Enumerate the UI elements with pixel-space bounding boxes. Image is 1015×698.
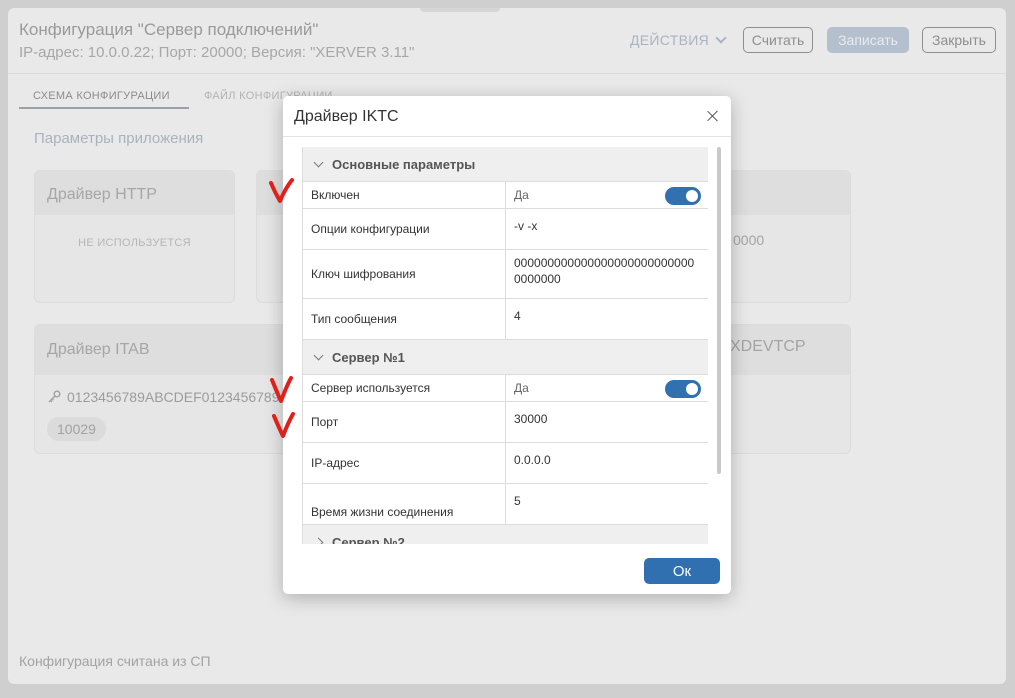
property-value: Да [506, 182, 708, 208]
dialog-title: Драйвер IKTC [294, 108, 399, 125]
active-tab-underline [19, 107, 189, 109]
header-divider [8, 73, 1006, 74]
section-label: Параметры приложения [34, 130, 204, 147]
actions-menu[interactable]: ДЕЙСТВИЯ [630, 31, 727, 48]
driver-dialog: Драйвер IKTC Основные параметры Включен … [283, 96, 731, 594]
server-used-toggle[interactable] [665, 380, 701, 398]
property-key: Порт [303, 402, 506, 442]
card-driver-http[interactable]: Драйвер HTTP НЕ ИСПОЛЬЗУЕТСЯ [34, 170, 235, 303]
window-handle [420, 8, 500, 12]
page-title: Конфигурация "Сервер подключений" [19, 20, 319, 39]
config-options-value[interactable]: -v -x [506, 209, 708, 249]
chevron-right-icon [313, 537, 324, 544]
card-port-badge: 10029 [47, 417, 106, 441]
ip-address-value[interactable]: 0.0.0.0 [506, 443, 708, 483]
read-button[interactable]: Считать [743, 27, 813, 53]
check-mark-icon [270, 376, 293, 403]
page-subtitle: IP-адрес: 10.0.0.22; Порт: 20000; Версия… [19, 44, 415, 61]
property-row-connection-ttl[interactable]: Время жизни соединения 5 [303, 484, 708, 525]
group-label: Сервер №2 [332, 534, 405, 545]
check-mark-icon [272, 412, 295, 438]
group-server-2[interactable]: Сервер №2 [303, 525, 708, 544]
property-key: Сервер используется [303, 375, 506, 401]
card-title: Драйвер HTTP [35, 171, 234, 215]
scrollbar[interactable] [717, 147, 721, 474]
card-port-fragment: 0000 [733, 232, 765, 248]
property-row-ip-address[interactable]: IP-адрес 0.0.0.0 [303, 443, 708, 484]
check-mark-icon [269, 178, 294, 203]
property-value: Да [506, 375, 708, 401]
group-label: Сервер №1 [332, 349, 405, 365]
group-label: Основные параметры [332, 156, 476, 172]
property-grid[interactable]: Основные параметры Включен Да Опции конф… [302, 147, 708, 544]
key-icon [48, 390, 61, 403]
encryption-key-value[interactable]: 0000000000000000000000000000000000 [506, 250, 708, 298]
port-value[interactable]: 30000 [506, 402, 708, 442]
close-icon[interactable] [705, 108, 721, 124]
property-key: Время жизни соединения [303, 484, 506, 524]
enabled-toggle[interactable] [665, 187, 701, 205]
ok-button[interactable]: Ок [644, 558, 720, 584]
write-button[interactable]: Записать [827, 27, 909, 53]
connection-ttl-value[interactable]: 5 [506, 484, 708, 524]
group-server-1[interactable]: Сервер №1 [303, 340, 708, 375]
property-row-enabled[interactable]: Включен Да [303, 182, 708, 209]
property-key: IP-адрес [303, 443, 506, 483]
close-button[interactable]: Закрыть [922, 27, 996, 53]
group-main-params[interactable]: Основные параметры [303, 147, 708, 182]
chevron-down-icon [715, 31, 727, 44]
property-row-port[interactable]: Порт 30000 [303, 402, 708, 443]
toggle-value-label: Да [514, 188, 529, 202]
card-status: НЕ ИСПОЛЬЗУЕТСЯ [78, 237, 191, 249]
property-key: Включен [303, 182, 506, 208]
toggle-value-label: Да [514, 381, 529, 395]
tab-config-schema[interactable]: СХЕМА КОНФИГУРАЦИИ [33, 90, 170, 102]
property-key: Ключ шифрования [303, 250, 506, 298]
status-text: Конфигурация считана из СП [19, 653, 211, 669]
property-key: Опции конфигурации [303, 209, 506, 249]
property-row-config-options[interactable]: Опции конфигурации -v -x [303, 209, 708, 250]
dialog-divider [283, 136, 731, 137]
property-key: Тип сообщения [303, 299, 506, 339]
property-row-server-used[interactable]: Сервер используется Да [303, 375, 708, 402]
card-key: 0123456789ABCDEF0123456789 [67, 389, 280, 405]
property-row-message-type[interactable]: Тип сообщения 4 [303, 299, 708, 340]
chevron-down-icon [313, 350, 324, 360]
card-title-fragment: XDEVTCP [730, 338, 806, 355]
message-type-value[interactable]: 4 [506, 299, 708, 339]
chevron-down-icon [313, 157, 324, 167]
property-row-encryption-key[interactable]: Ключ шифрования 000000000000000000000000… [303, 250, 708, 299]
actions-label: ДЕЙСТВИЯ [630, 32, 709, 48]
